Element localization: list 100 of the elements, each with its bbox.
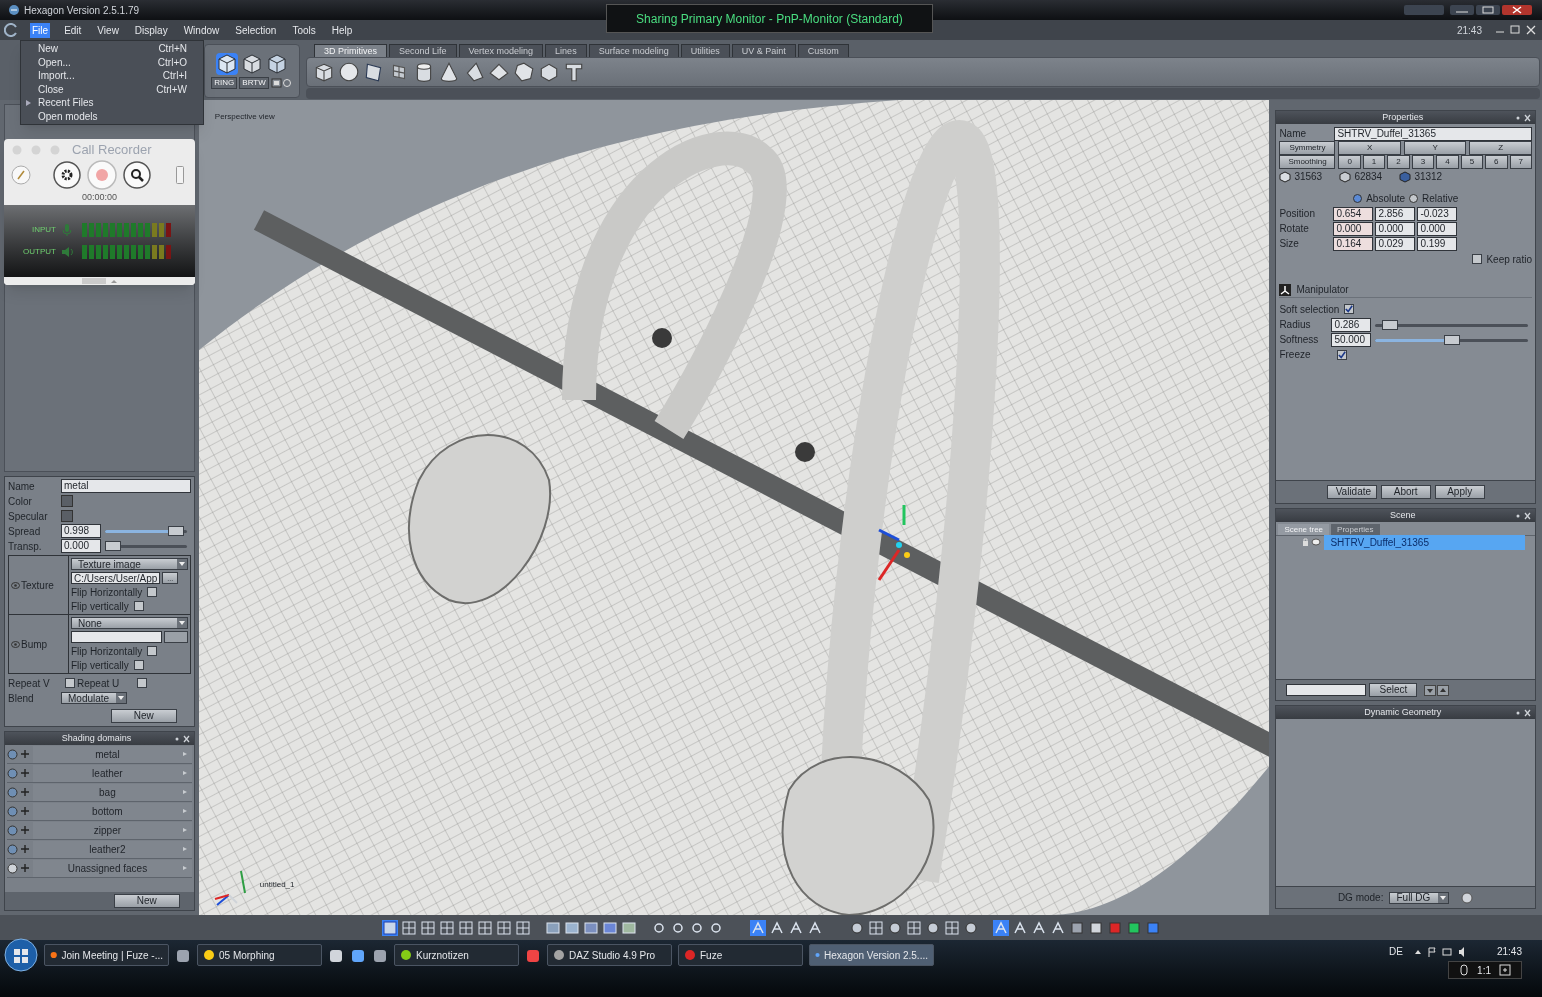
add-icon[interactable]: [19, 767, 31, 779]
taskbar-button[interactable]: Join Meeting | Fuze -...: [44, 944, 169, 966]
tab[interactable]: Vertex modeling: [458, 44, 544, 57]
tab[interactable]: Second Life: [389, 44, 457, 57]
menu-entry[interactable]: Open... Ctrl+O: [21, 55, 203, 69]
add-icon[interactable]: [19, 748, 31, 760]
menu-item[interactable]: View: [95, 22, 121, 38]
display-mode-icon[interactable]: [582, 919, 599, 936]
button[interactable]: Abort: [1380, 485, 1431, 499]
eye-icon[interactable]: [11, 581, 20, 589]
input-field[interactable]: 0.029: [1375, 236, 1416, 251]
sphere-icon[interactable]: [848, 919, 865, 936]
dropdown[interactable]: Modulate: [61, 692, 127, 704]
window-controls-icon[interactable]: [1404, 3, 1534, 17]
checkbox[interactable]: [1472, 254, 1483, 264]
radio-button[interactable]: [1353, 193, 1363, 203]
input-field[interactable]: 0.000: [1417, 221, 1458, 236]
menu-item[interactable]: File: [30, 22, 51, 38]
add-icon[interactable]: [19, 862, 31, 874]
slider-thumb[interactable]: [167, 526, 184, 536]
menu-item[interactable]: Edit: [62, 22, 84, 38]
button[interactable]: New: [113, 894, 180, 908]
polyhedron-icon[interactable]: [538, 61, 560, 83]
fit-screen-icon[interactable]: [1499, 964, 1511, 976]
button[interactable]: Z: [1469, 141, 1532, 155]
checkbox[interactable]: [147, 646, 158, 656]
button[interactable]: 5: [1460, 155, 1484, 169]
input-field[interactable]: 0.000: [61, 539, 101, 553]
view-layout-icon[interactable]: [419, 919, 436, 936]
menu-entry[interactable]: New Ctrl+N: [21, 42, 203, 56]
app-icon[interactable]: [372, 948, 388, 964]
view-layout-icon[interactable]: [457, 919, 474, 936]
polyhedron-icon[interactable]: [513, 61, 535, 83]
menu-entry[interactable]: Close Ctrl+W: [21, 82, 203, 96]
search-icon[interactable]: [123, 161, 151, 189]
pin-close-icon[interactable]: [1515, 708, 1531, 717]
checkbox[interactable]: [1344, 304, 1355, 314]
menu-entry[interactable]: Import... Ctrl+I: [21, 69, 203, 83]
input-field[interactable]: 0.286: [1331, 317, 1372, 332]
tab[interactable]: 3D Primitives: [314, 44, 387, 57]
input-field[interactable]: 0.000: [1375, 221, 1416, 236]
menu-item[interactable]: Display: [132, 22, 170, 38]
display-toggle-icon[interactable]: [1087, 919, 1104, 936]
display-toggle-icon[interactable]: [1144, 919, 1161, 936]
button[interactable]: Symmetry: [1279, 141, 1336, 155]
sphere-icon[interactable]: [924, 919, 941, 936]
add-icon[interactable]: [19, 824, 31, 836]
dropdown[interactable]: Texture image: [71, 558, 188, 570]
input-field[interactable]: [1286, 684, 1367, 696]
button[interactable]: Validate: [1326, 485, 1377, 499]
view-layout-icon[interactable]: [400, 919, 417, 936]
input-field[interactable]: [71, 631, 162, 643]
input-field[interactable]: 0.654: [1333, 206, 1374, 221]
input-field[interactable]: 50.000: [1331, 332, 1372, 347]
tab[interactable]: Utilities: [680, 44, 730, 57]
menu-entry[interactable]: Recent Files: [21, 96, 203, 110]
menu-item[interactable]: Selection: [233, 22, 279, 38]
display-mode-icon[interactable]: [620, 919, 637, 936]
button[interactable]: 0: [1338, 155, 1361, 169]
input-field[interactable]: metal: [61, 479, 191, 493]
taskbar-button[interactable]: DAZ Studio 4.9 Pro: [547, 944, 672, 966]
pin-close-icon[interactable]: [1515, 113, 1531, 122]
input-field[interactable]: -0.023: [1417, 206, 1458, 221]
diamond-icon[interactable]: [488, 61, 510, 83]
menu-entry[interactable]: Open models: [21, 109, 203, 123]
manipulator-icon[interactable]: [1279, 283, 1292, 296]
view-layout-icon[interactable]: [495, 919, 512, 936]
single-view-icon[interactable]: [381, 919, 398, 936]
grid-icon[interactable]: [943, 919, 960, 936]
display-toggle-icon[interactable]: [1106, 919, 1123, 936]
taskbar-button[interactable]: Hexagon Version 2.5....: [809, 944, 934, 966]
button[interactable]: Y: [1403, 141, 1467, 155]
slider[interactable]: [105, 541, 187, 551]
view-layout-icon[interactable]: [438, 919, 455, 936]
input-field[interactable]: 0.998: [61, 524, 101, 538]
button[interactable]: 7: [1509, 155, 1532, 169]
taskbar-button[interactable]: 05 Morphing: [197, 944, 322, 966]
input-field[interactable]: 2.856: [1375, 206, 1416, 221]
input-field[interactable]: SHTRV_Duffel_31365: [1334, 126, 1532, 141]
input-field[interactable]: 0.000: [1333, 221, 1374, 236]
dropdown[interactable]: Full DG: [1389, 891, 1450, 904]
dropdown[interactable]: None: [71, 617, 188, 629]
checkbox[interactable]: [1337, 349, 1348, 360]
start-button-icon[interactable]: [4, 938, 38, 972]
menu-item[interactable]: Window: [181, 22, 222, 38]
tab[interactable]: Custom: [797, 44, 849, 57]
button[interactable]: 4: [1436, 155, 1459, 169]
domain-item[interactable]: bag: [33, 783, 192, 801]
view-layout-icon[interactable]: [476, 919, 493, 936]
grid-icon[interactable]: [867, 919, 884, 936]
domain-item[interactable]: leather2: [33, 840, 192, 858]
checkbox[interactable]: [133, 660, 144, 670]
display-mode-icon[interactable]: [544, 919, 561, 936]
domain-item[interactable]: Unassigned faces: [33, 859, 192, 877]
taskbar-button[interactable]: Kurznotizen: [394, 944, 519, 966]
checkbox[interactable]: [133, 601, 144, 611]
button[interactable]: 1: [1362, 155, 1386, 169]
menu-item[interactable]: Help: [329, 22, 355, 38]
display-mode-icon[interactable]: [601, 919, 618, 936]
button[interactable]: Select: [1369, 683, 1418, 697]
